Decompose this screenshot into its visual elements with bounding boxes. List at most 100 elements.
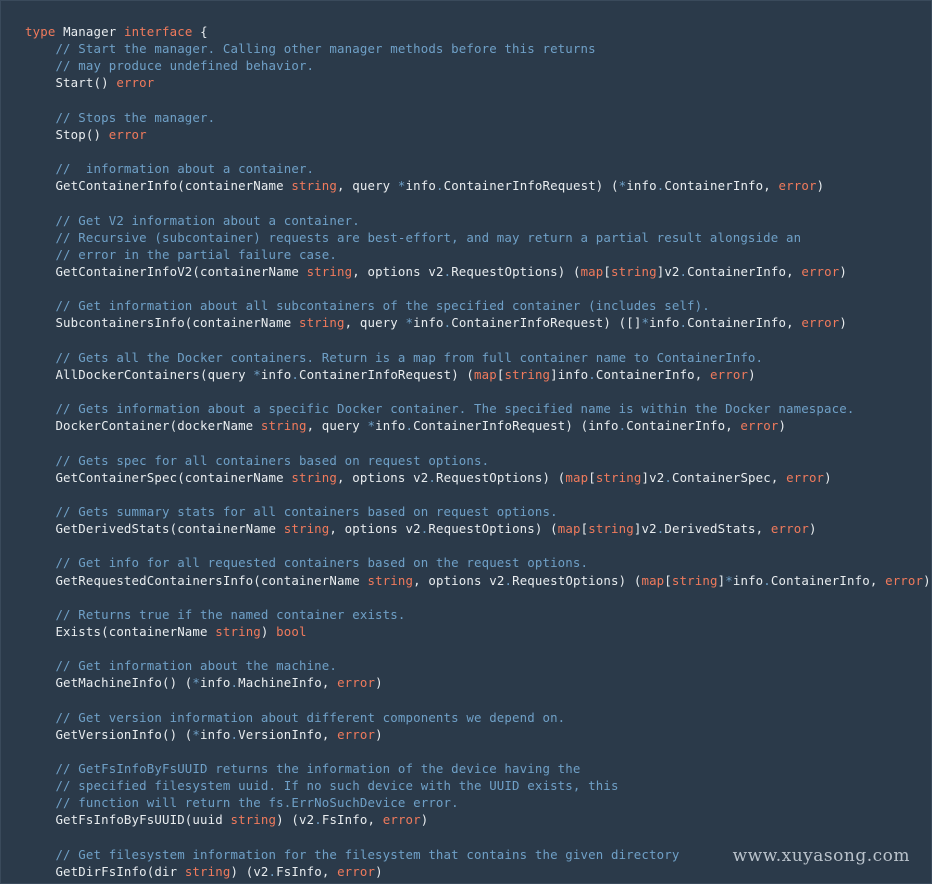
- code-token-plain: Exists(containerName: [25, 623, 216, 639]
- code-token-plain: [: [603, 263, 612, 279]
- code-token-type: string: [291, 178, 338, 194]
- code-token-operator: .: [314, 812, 322, 828]
- code-token-keyword: type: [25, 24, 56, 39]
- code-token-plain: ): [839, 263, 848, 279]
- code-token-type: error: [108, 126, 147, 142]
- code-token-comment: // Gets summary stats for all containers…: [25, 503, 558, 519]
- code-token-type: error: [337, 863, 376, 879]
- code-line: GetDerivedStats(containerName string, op…: [25, 520, 931, 537]
- code-token-type: string: [671, 572, 718, 588]
- code-token-plain: AllDockerContainers(query: [25, 366, 254, 382]
- code-line: // Gets summary stats for all containers…: [25, 503, 931, 520]
- code-token-plain: RequestOptions) (: [512, 572, 642, 588]
- code-token-comment: // Recursive (subcontainer) requests are…: [25, 229, 802, 245]
- code-token-type: string: [184, 863, 231, 879]
- code-line: // function will return the fs.ErrNoSuch…: [25, 794, 931, 811]
- code-token-plain: ): [260, 623, 277, 639]
- code-line: type Manager interface {: [25, 23, 931, 40]
- code-viewer: type Manager interface { // Start the ma…: [0, 0, 932, 884]
- code-line: GetContainerInfoV2(containerName string,…: [25, 263, 931, 280]
- code-token-plain: FsInfo,: [321, 812, 383, 828]
- code-token-type: error: [786, 469, 825, 485]
- code-token-plain: , options v2: [337, 469, 429, 485]
- code-line: // Gets information about a specific Doc…: [25, 400, 931, 417]
- code-token-type: map: [474, 366, 497, 382]
- code-token-plain: ]info: [550, 366, 589, 382]
- code-token-plain: RequestOptions) (: [435, 469, 566, 485]
- code-token-comment: // information about a container.: [25, 161, 315, 177]
- code-line: GetContainerInfo(containerName string, q…: [25, 177, 931, 194]
- code-token-plain: , options v2: [329, 521, 421, 537]
- code-token-type: string: [367, 572, 414, 588]
- code-line: // GetFsInfoByFsUUID returns the informa…: [25, 760, 931, 777]
- code-line: // Get info for all requested containers…: [25, 554, 931, 571]
- code-token-type: error: [337, 726, 376, 742]
- code-token-plain: ContainerInfo,: [626, 418, 741, 434]
- code-token-comment: // Gets all the Docker containers. Retur…: [25, 349, 764, 365]
- code-token-plain: ContainerInfo,: [687, 315, 802, 331]
- code-token-type: error: [778, 178, 817, 194]
- code-line: GetRequestedContainersInfo(containerName…: [25, 572, 931, 589]
- code-token-type: string: [291, 469, 338, 485]
- code-line: SubcontainersInfo(containerName string, …: [25, 314, 931, 331]
- code-token-type: error: [116, 75, 155, 91]
- code-token-operator: *: [641, 315, 650, 331]
- code-token-comment: // Get filesystem information for the fi…: [25, 846, 680, 862]
- code-token-comment: // Get information about all subcontaine…: [25, 298, 710, 314]
- code-token-plain: [: [496, 366, 505, 382]
- code-token-type: map: [557, 521, 581, 537]
- code-line: // may produce undefined behavior.: [25, 57, 931, 74]
- code-token-plain: ): [923, 572, 931, 588]
- code-token-plain: , options v2: [352, 263, 444, 279]
- code-token-plain: VersionInfo,: [238, 726, 338, 742]
- code-token-plain: ContainerInfo,: [595, 366, 711, 382]
- code-line: GetContainerSpec(containerName string, o…: [25, 469, 931, 486]
- code-token-type: error: [801, 315, 840, 331]
- code-line: // Get version information about differe…: [25, 709, 931, 726]
- code-token-plain: ContainerInfoRequest) ([]: [451, 315, 642, 331]
- code-token-plain: , query: [306, 418, 368, 434]
- code-token-type: error: [710, 366, 749, 382]
- code-line: // Recursive (subcontainer) requests are…: [25, 229, 931, 246]
- code-token-operator: .: [588, 366, 596, 382]
- code-token-plain: RequestOptions) (: [451, 263, 581, 279]
- code-token-type: string: [230, 812, 277, 828]
- code-token-plain: ): [375, 726, 383, 742]
- code-token-type: error: [740, 418, 779, 434]
- code-token-comment: // Gets information about a specific Doc…: [25, 401, 855, 417]
- code-token-operator: *: [367, 418, 376, 434]
- code-token-comment: // Start the manager. Calling other mana…: [25, 41, 596, 57]
- code-token-operator: .: [428, 469, 436, 485]
- code-token-plain: ]v2: [641, 469, 665, 485]
- code-token-plain: info: [732, 572, 764, 588]
- code-token-plain: RequestOptions) (: [428, 521, 558, 537]
- code-token-plain: info: [375, 418, 406, 434]
- code-token-type: error: [770, 521, 809, 537]
- code-token-plain: GetDirFsInfo(dir: [25, 863, 185, 879]
- code-token-plain: ContainerInfo,: [770, 572, 886, 588]
- code-token-comment: // may produce undefined behavior.: [25, 58, 315, 74]
- code-line: // Returns true if the named container e…: [25, 606, 931, 623]
- code-token-type: map: [641, 572, 665, 588]
- code-token-operator: .: [291, 366, 299, 382]
- code-token-operator: .: [664, 469, 672, 485]
- code-token-type: string: [595, 469, 642, 485]
- code-token-comment: // error in the partial failure case.: [25, 246, 338, 262]
- code-token-plain: ]v2: [656, 263, 680, 279]
- code-line: // Gets spec for all containers based on…: [25, 452, 931, 469]
- code-token-plain: GetDerivedStats(containerName: [25, 521, 284, 537]
- code-line: GetMachineInfo() (*info.MachineInfo, err…: [25, 674, 931, 691]
- code-token-plain: , query: [344, 315, 406, 331]
- code-line: // Start the manager. Calling other mana…: [25, 40, 931, 57]
- code-line: GetFsInfoByFsUUID(uuid string) (v2.FsInf…: [25, 811, 931, 828]
- code-token-plain: info: [626, 178, 657, 194]
- code-token-plain: ContainerInfoRequest) (info: [413, 418, 619, 434]
- code-token-plain: MachineInfo,: [238, 675, 338, 691]
- code-token-comment: // Gets spec for all containers based on…: [25, 452, 490, 468]
- code-token-plain: info: [260, 366, 292, 382]
